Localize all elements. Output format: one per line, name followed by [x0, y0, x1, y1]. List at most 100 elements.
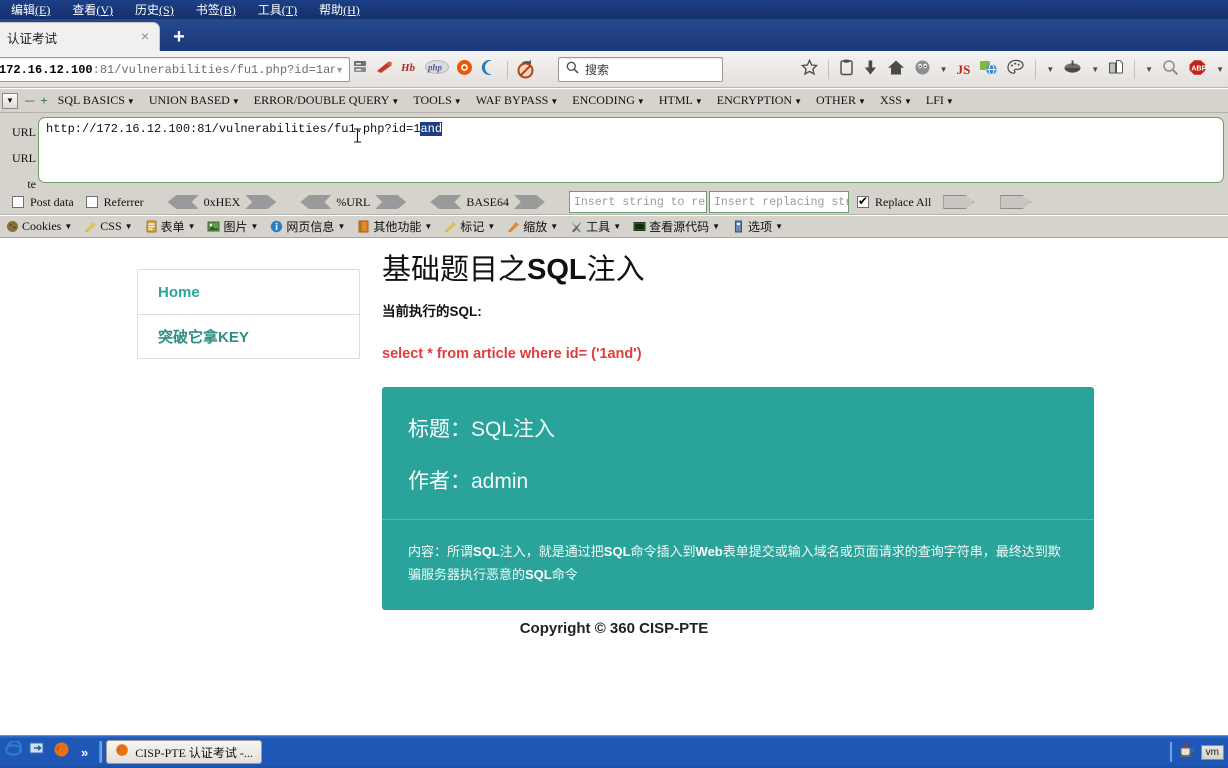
devbar-item-images[interactable]: 图片 ▼ — [201, 218, 264, 235]
menu-item-tools[interactable]: 工具(T) — [247, 1, 308, 18]
sqlmenu-sql-basics[interactable]: SQL BASICS ▼ — [51, 93, 142, 108]
noscript-block-icon[interactable] — [517, 62, 534, 84]
cookie-icon — [6, 220, 19, 233]
article-title-value: SQL注入 — [471, 418, 556, 441]
bookmark-star-icon[interactable] — [800, 58, 818, 81]
sqlmenu-lfi[interactable]: LFI ▼ — [919, 93, 961, 108]
moon-icon[interactable] — [480, 59, 497, 81]
devbar-item-tools[interactable]: 工具 ▼ — [564, 218, 627, 235]
sqlmenu-waf-bypass[interactable]: WAF BYPASS ▼ — [469, 93, 566, 108]
article-author-row: 作者：admin — [408, 465, 1068, 495]
collapse-button[interactable]: ─ — [25, 93, 34, 109]
load-url-button[interactable]: URL — [0, 119, 36, 145]
hackbar-url-input[interactable]: http://172.16.12.100:81/vulnerabilities/… — [38, 117, 1224, 183]
hex-decode-button[interactable] — [167, 195, 199, 209]
referrer-checkbox[interactable]: Referrer — [85, 195, 144, 210]
url-encode-button[interactable] — [375, 195, 407, 209]
sidebar-item-get-key[interactable]: 突破它拿KEY — [138, 314, 359, 358]
chevron-down-icon[interactable]: ▼ — [940, 65, 948, 74]
pen-icon[interactable] — [376, 59, 394, 80]
abp-icon[interactable]: ABP — [1188, 59, 1207, 81]
sqlmenu-xss[interactable]: XSS ▼ — [873, 93, 919, 108]
firebug-icon[interactable] — [456, 59, 473, 81]
url-decode-button[interactable] — [300, 195, 332, 209]
menu-item-bookmarks[interactable]: 书签(B) — [185, 1, 247, 18]
devbar-item-misc[interactable]: 其他功能 ▼ — [351, 218, 438, 235]
server-icon[interactable] — [352, 59, 369, 80]
toolbar-divider — [827, 60, 829, 79]
replace-apply-button[interactable] — [943, 195, 975, 209]
zoom-icon[interactable] — [1162, 59, 1179, 81]
chevron-down-icon[interactable]: ▼ — [1216, 65, 1224, 74]
hackbar-icon[interactable]: Hb — [400, 60, 418, 79]
split-url-button[interactable]: URL — [0, 145, 36, 171]
firefox-icon[interactable] — [53, 741, 70, 763]
ie-icon[interactable] — [4, 740, 23, 763]
sqlmenu-union-based[interactable]: UNION BASED ▼ — [142, 93, 247, 108]
php-icon[interactable]: php — [425, 60, 449, 79]
sidebar-item-home[interactable]: Home — [138, 270, 359, 314]
menu-item-view[interactable]: 查看(V) — [61, 1, 124, 18]
chevron-down-icon[interactable]: ▼ — [1145, 65, 1153, 74]
devbar-item-view-source[interactable]: 查看源代码 ▼ — [627, 218, 726, 235]
sqlmenu-encryption[interactable]: ENCRYPTION ▼ — [710, 93, 809, 108]
search-box[interactable]: 搜索 — [558, 57, 723, 82]
hex-encode-button[interactable] — [245, 195, 277, 209]
menu-item-history[interactable]: 历史(S) — [124, 1, 185, 18]
chevron-down-icon: ▼ — [694, 97, 703, 106]
chevron-down-icon: ▼ — [550, 97, 559, 106]
new-tab-button[interactable]: + — [168, 27, 190, 49]
devbar-item-cookies[interactable]: Cookies ▼ — [0, 219, 78, 234]
expand-button[interactable]: + — [40, 93, 47, 109]
devbar-item-options[interactable]: 选项 ▼ — [726, 218, 789, 235]
menu-item-edit[interactable]: 编辑(E) — [0, 1, 61, 18]
browser-tab[interactable]: 认证考试 × — [0, 22, 160, 51]
sqlmenu-encoding[interactable]: ENCODING ▼ — [565, 93, 652, 108]
sqlmenu-other[interactable]: OTHER ▼ — [809, 93, 873, 108]
sqlmenu-html[interactable]: HTML ▼ — [652, 93, 710, 108]
show-desktop-icon[interactable] — [29, 741, 46, 763]
close-icon[interactable]: × — [137, 29, 153, 45]
page-icon[interactable] — [1108, 59, 1124, 81]
chevron-down-icon[interactable]: ▼ — [1046, 65, 1054, 74]
post-data-checkbox[interactable]: Post data — [12, 195, 74, 210]
search-input[interactable]: 搜索 — [585, 61, 609, 78]
quick-launch-bar: » — [4, 740, 106, 763]
palette-icon[interactable] — [1007, 59, 1025, 81]
replace-from-input[interactable]: Insert string to repl — [569, 191, 707, 213]
java-coffee-icon[interactable] — [1178, 742, 1195, 763]
sqlmenu-tools[interactable]: TOOLS ▼ — [406, 93, 468, 108]
devbar-item-forms[interactable]: 表单 ▼ — [139, 218, 202, 235]
base64-decode-button[interactable] — [430, 195, 462, 209]
shield-icon[interactable] — [1063, 59, 1082, 81]
taskbar-window-button[interactable]: CISP-PTE 认证考试 -... — [106, 740, 262, 764]
reading-list-icon[interactable] — [839, 59, 854, 81]
devbar-item-outline[interactable]: 标记 ▼ — [438, 218, 501, 235]
quicklaunch-overflow[interactable]: » — [81, 745, 88, 760]
replace-all-checkbox[interactable]: Replace All — [857, 194, 931, 210]
devbar-label: 查看源代码 — [649, 220, 710, 234]
chevron-down-icon[interactable]: ▼ — [2, 92, 18, 109]
devbar-item-resize[interactable]: 缩放 ▼ — [501, 218, 564, 235]
vm-tray-icon[interactable]: vm — [1200, 744, 1224, 760]
sqlmenu-error-double-query[interactable]: ERROR/DOUBLE QUERY ▼ — [247, 93, 407, 108]
menu-item-help[interactable]: 帮助(H) — [308, 1, 371, 18]
chevron-down-icon[interactable]: ▼ — [335, 65, 344, 75]
download-arrow-icon[interactable] — [863, 59, 878, 81]
url-bar[interactable]: 172.16.12.100:81/vulnerabilities/fu1.php… — [0, 57, 350, 82]
devbar-item-css[interactable]: CSS ▼ — [78, 219, 138, 234]
translate-icon[interactable] — [979, 59, 998, 81]
devbar-item-page-info[interactable]: 网页信息 ▼ — [264, 218, 351, 235]
encoder-hex-group: 0xHEX — [167, 195, 277, 210]
replace-apply-all-button[interactable] — [1000, 195, 1032, 209]
base64-encode-button[interactable] — [514, 195, 545, 209]
tab-title: 认证考试 — [7, 31, 58, 46]
home-icon[interactable] — [887, 59, 905, 81]
chevron-down-icon[interactable]: ▼ — [1091, 65, 1099, 74]
sqlmenu-label: ERROR/DOUBLE QUERY — [253, 93, 390, 107]
checkbox-box — [857, 194, 869, 208]
replace-to-input[interactable]: Insert replacing strin — [709, 191, 849, 213]
chevron-down-icon: ▼ — [794, 97, 803, 106]
js-icon[interactable]: JS — [957, 62, 971, 78]
ghost-icon[interactable] — [914, 59, 931, 81]
